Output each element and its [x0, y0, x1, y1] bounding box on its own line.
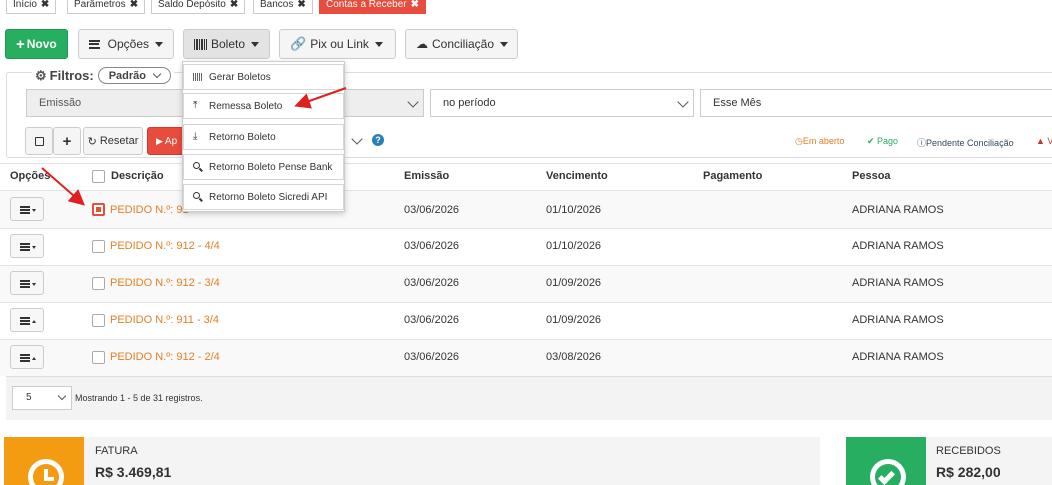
annotation-arrows — [41, 87, 347, 206]
arrow-to-checkbox — [41, 167, 86, 206]
page: Início ✖ Parâmetros ✖ Saldo Depósito ✖ Banc… — [0, 0, 1052, 485]
arrow-to-remessa — [294, 87, 347, 109]
